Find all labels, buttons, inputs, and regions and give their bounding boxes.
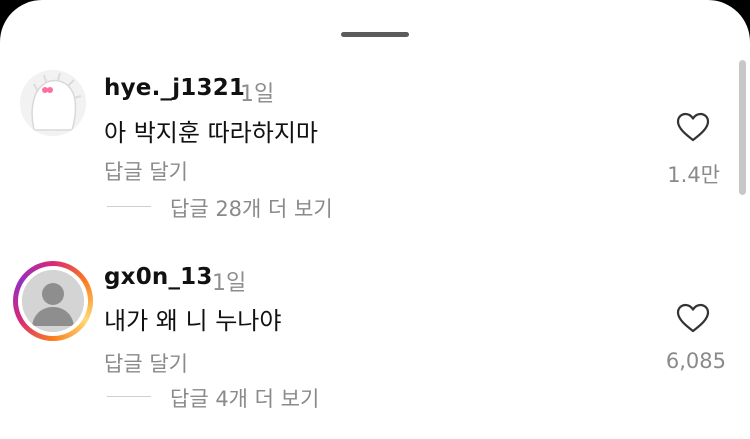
scrollbar[interactable]: [739, 60, 746, 195]
comment-username[interactable]: gx0n_13: [104, 264, 213, 290]
comment-username[interactable]: hye._j1321: [104, 75, 245, 101]
drag-handle[interactable]: [341, 32, 409, 37]
heart-icon[interactable]: [676, 112, 710, 142]
like-count: 1.4만: [667, 163, 720, 187]
comment-text: 내가 왜 니 누나야: [104, 307, 282, 335]
view-replies-button[interactable]: 답글 4개 더 보기: [170, 383, 319, 413]
like-count: 6,085: [665, 349, 726, 373]
avatar: [22, 270, 84, 332]
story-ring[interactable]: [13, 261, 93, 341]
replies-divider: [107, 396, 151, 397]
comment-time: 1일: [240, 82, 275, 107]
person-icon: [22, 270, 84, 332]
comments-sheet: hye._j1321 1일 아 박지훈 따라하지마 답글 달기 답글 28개 더…: [0, 0, 750, 439]
reply-button[interactable]: 답글 달기: [104, 156, 188, 186]
avatar[interactable]: [20, 70, 86, 136]
reply-button[interactable]: 답글 달기: [104, 348, 188, 378]
comment-time: 1일: [212, 271, 247, 296]
avatar-drawing-icon: [20, 70, 86, 136]
comment-text: 아 박지훈 따라하지마: [104, 119, 318, 147]
view-replies-button[interactable]: 답글 28개 더 보기: [170, 193, 333, 223]
heart-icon[interactable]: [676, 303, 710, 333]
replies-divider: [107, 206, 151, 207]
